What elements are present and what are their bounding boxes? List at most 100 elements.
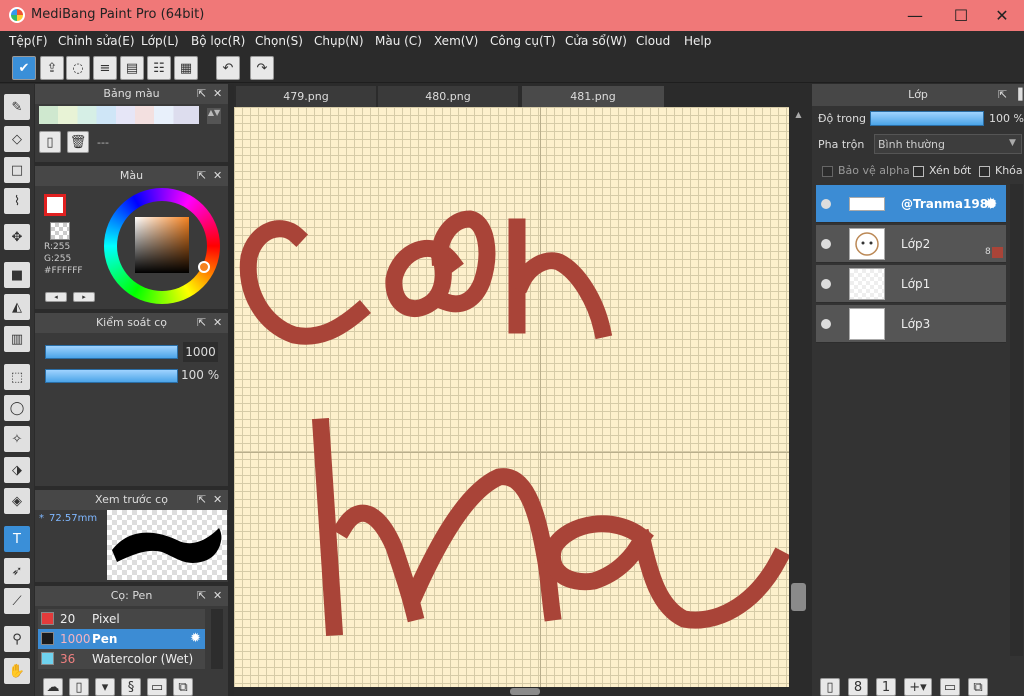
brush-size-slider[interactable] [45,345,178,359]
new-layer-icon[interactable]: ▯ [820,678,840,696]
popout-icon[interactable]: ⇱ [998,88,1007,101]
select-rect-tool-icon[interactable]: ⬚ [4,364,30,390]
cloud-brush-icon[interactable]: ☁ [43,678,63,696]
brush-list-scrollbar[interactable] [211,609,223,669]
menu-view[interactable]: Xem(V) [434,34,478,48]
brush-item-selected[interactable]: 1000 Pen ✹ [38,629,205,649]
brush-folder-icon[interactable]: ▭ [147,678,167,696]
move-tool-icon[interactable]: ✥ [4,224,30,250]
close-button[interactable]: ✕ [979,0,1024,31]
speech-bubble-icon[interactable]: ◌ [66,56,90,80]
collapse-icon[interactable]: ▐ [1014,88,1022,101]
new-8bit-layer-icon[interactable]: 8 [848,678,868,696]
gear-icon[interactable]: ✹ [190,631,201,646]
hand-tool-icon[interactable]: ✋ [4,658,30,684]
popout-icon[interactable]: ⇱ [197,493,206,506]
dot-brush-tool-icon[interactable]: ⌇ [4,188,30,214]
popout-icon[interactable]: ⇱ [197,316,206,329]
menu-cloud[interactable]: Cloud [636,34,670,48]
popout-icon[interactable]: ⇱ [197,87,206,100]
page-manager-icon[interactable]: ☷ [147,56,171,80]
close-panel-icon[interactable]: ✕ [213,493,222,506]
redo-icon[interactable]: ↷ [250,56,274,80]
brush-item[interactable]: 36 Watercolor (Wet) [38,649,205,669]
menu-window[interactable]: Cửa sổ(W) [565,34,627,48]
grid-icon[interactable]: ▦ [174,56,198,80]
layer-row[interactable]: Lớp3 [816,305,1006,343]
close-panel-icon[interactable]: ✕ [213,316,222,329]
menu-edit[interactable]: Chỉnh sửa(E) [58,34,135,48]
alpha-protect-checkbox[interactable] [822,166,833,177]
tab-481[interactable]: 481.png [522,86,664,107]
document-icon[interactable]: ▤ [120,56,144,80]
fill-rect-tool-icon[interactable]: ■ [4,262,30,288]
close-panel-icon[interactable]: ✕ [213,589,222,602]
eye-icon[interactable] [821,319,831,329]
color-mode-button[interactable]: ◂ [45,292,67,302]
popout-icon[interactable]: ⇱ [197,169,206,182]
layer-row[interactable]: Lớp1 [816,265,1006,303]
add-layer-menu-icon[interactable]: +▾ [904,678,932,696]
brush-duplicate-icon[interactable]: ⧉ [173,678,193,696]
gear-icon[interactable]: ✹ [984,194,997,213]
menu-layer[interactable]: Lớp(L) [141,34,179,48]
close-panel-icon[interactable]: ✕ [213,169,222,182]
lock-checkbox[interactable] [979,166,990,177]
text-tool-icon[interactable]: T [4,526,30,552]
new-swatch-icon[interactable]: ▯ [39,131,61,153]
brush-settings-icon[interactable]: § [121,678,141,696]
maximize-button[interactable]: ☐ [938,0,984,31]
eye-icon[interactable] [821,239,831,249]
comment-icon[interactable]: ≡ [93,56,117,80]
secondary-color-swatch[interactable] [50,222,70,240]
operation-tool-icon[interactable]: ➶ [4,558,30,584]
divide-tool-icon[interactable]: ⟋ [4,588,30,614]
menu-color[interactable]: Màu (C) [375,34,422,48]
menu-help[interactable]: Help [684,34,711,48]
hue-handle[interactable] [198,261,210,273]
brush-item[interactable]: 20 Pixel [38,609,205,629]
cloud-sync-icon[interactable]: ✔ [12,56,36,80]
scroll-up-icon[interactable]: ▲ [792,110,805,120]
brush-opacity-slider[interactable] [45,369,178,383]
select-eraser-tool-icon[interactable]: ◈ [4,488,30,514]
saturation-value-square[interactable] [135,217,189,273]
brush-tool-icon[interactable]: ✎ [4,94,30,120]
eye-icon[interactable] [821,279,831,289]
menu-capture[interactable]: Chụp(N) [314,34,364,48]
minimize-button[interactable]: — [892,0,938,31]
canvas-vertical-scrollbar[interactable]: ▲ [789,107,808,687]
menu-filter[interactable]: Bộ lọc(R) [191,34,245,48]
menu-select[interactable]: Chọn(S) [255,34,303,48]
brush-size-value[interactable]: 1000 [183,342,218,362]
menu-file[interactable]: Tệp(F) [9,34,48,48]
canvas-horizontal-scrollbar[interactable] [234,687,812,696]
eye-icon[interactable] [821,199,831,209]
eyedropper-tool-icon[interactable]: ⚲ [4,626,30,652]
color-swatches[interactable] [39,106,199,124]
tab-480[interactable]: 480.png [378,86,518,107]
magic-wand-tool-icon[interactable]: ✧ [4,426,30,452]
close-panel-icon[interactable]: ✕ [213,87,222,100]
swatch-scroll[interactable]: ▲▼ [207,108,221,124]
gradient-tool-icon[interactable]: ▥ [4,326,30,352]
layer-row-selected[interactable]: @Tranma1989 ✹ [816,185,1006,223]
primary-color-swatch[interactable] [44,194,66,216]
popout-icon[interactable]: ⇱ [197,589,206,602]
vscroll-thumb[interactable] [791,583,806,611]
layer-folder-icon[interactable]: ▭ [940,678,960,696]
undo-icon[interactable]: ↶ [216,56,240,80]
layer-opacity-slider[interactable] [870,111,984,126]
menu-tools[interactable]: Công cụ(T) [490,34,556,48]
clip-checkbox[interactable] [913,166,924,177]
color-mode-button-2[interactable]: ▸ [73,292,95,302]
add-brush-icon[interactable]: ▯ [69,678,89,696]
duplicate-layer-icon[interactable]: ⧉ [968,678,988,696]
hscroll-thumb[interactable] [510,688,540,695]
rectangle-tool-icon[interactable]: □ [4,157,30,183]
eraser-tool-icon[interactable]: ◇ [4,126,30,152]
layer-row[interactable]: Lớp2 8 [816,225,1006,263]
drawing-canvas[interactable] [234,107,789,687]
new-1bit-layer-icon[interactable]: 1 [876,678,896,696]
brush-menu-icon[interactable]: ▾ [95,678,115,696]
